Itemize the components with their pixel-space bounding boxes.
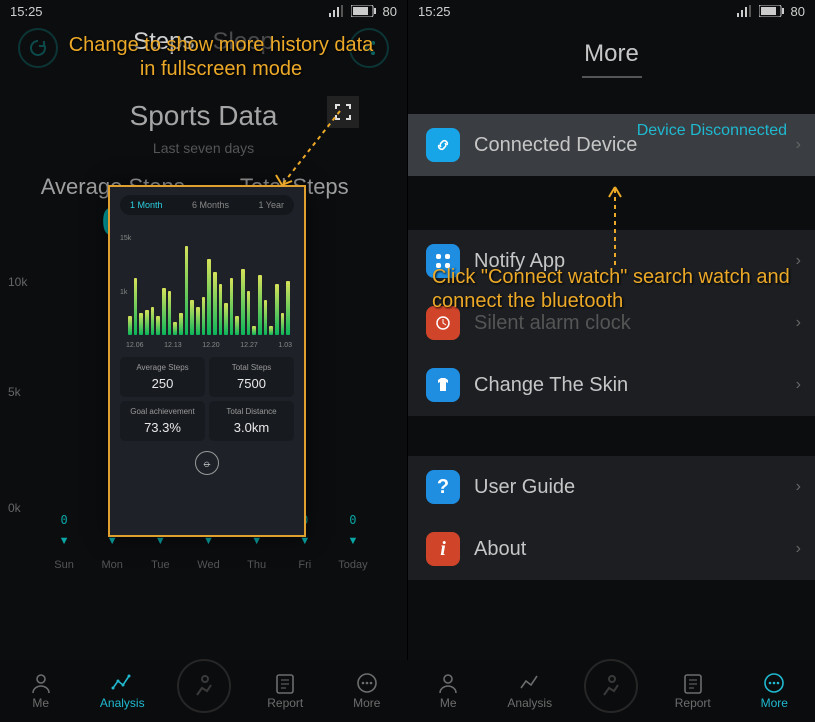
user-guide-item[interactable]: ? User Guide › [408, 456, 815, 518]
nav-fab-r[interactable] [571, 660, 653, 722]
link-icon [426, 128, 460, 162]
status-time: 15:25 [418, 4, 451, 19]
x-ticks: 12.06 12.13 12.20 12.27 1.03 [126, 342, 292, 349]
chevron-right-icon: › [796, 314, 801, 332]
screen-title: Sports Data [0, 100, 407, 132]
stat-distance: Total Distance3.0km [209, 401, 294, 441]
nav-more-r[interactable]: More [734, 660, 815, 722]
chart-bars [128, 246, 290, 335]
y-0k: 0k [8, 501, 21, 515]
change-skin-label: Change The Skin [474, 374, 628, 397]
y-1k: 1k [120, 289, 127, 296]
nav-fab[interactable] [163, 660, 245, 722]
range-selector[interactable]: 1 Month 6 Months 1 Year [120, 195, 294, 215]
y-5k: 5k [8, 385, 21, 399]
chevron-right-icon: › [796, 478, 801, 496]
shirt-icon [426, 368, 460, 402]
battery-icon [351, 5, 377, 17]
page-title: More [408, 40, 815, 68]
status-time: 15:25 [10, 4, 43, 19]
stat-avg-steps: Average Steps250 [120, 357, 205, 397]
range-1month[interactable]: 1 Month [130, 200, 163, 210]
month-bar-chart: 15k 1k 12.06 12.13 12.20 12.27 1.03 [120, 229, 294, 349]
annotation-fullscreen: Change to show more history data in full… [66, 33, 376, 81]
range-1year[interactable]: 1 Year [258, 200, 284, 210]
bottom-nav: Me Analysis Report More Me Analysis Repo… [0, 660, 815, 722]
about-item[interactable]: i About › [408, 518, 815, 580]
nav-me-r[interactable]: Me [408, 660, 490, 722]
rotate-button[interactable]: ⦵ [195, 451, 219, 475]
stat-goal: Goal achievement73.3% [120, 401, 205, 441]
change-skin-item[interactable]: Change The Skin › [408, 354, 815, 416]
chevron-right-icon: › [796, 136, 801, 154]
chevron-right-icon: › [796, 540, 801, 558]
device-status: Device Disconnected [637, 122, 787, 140]
runner-icon [584, 659, 638, 713]
history-popup: 1 Month 6 Months 1 Year 15k 1k 12.06 12.… [108, 185, 306, 537]
range-6months[interactable]: 6 Months [192, 200, 229, 210]
more-screen: 15:25 80 More Connected Device Device Di… [408, 0, 815, 660]
connected-device-label: Connected Device [474, 134, 637, 157]
y-15k: 15k [120, 235, 131, 242]
nav-report-r[interactable]: Report [652, 660, 734, 722]
nav-me[interactable]: Me [0, 660, 82, 722]
nav-more[interactable]: More [326, 660, 408, 722]
connected-device-item[interactable]: Connected Device Device Disconnected › [408, 114, 815, 176]
stat-total-steps: Total Steps7500 [209, 357, 294, 397]
runner-icon [177, 659, 231, 713]
signal-icon [737, 5, 753, 17]
nav-analysis[interactable]: Analysis [82, 660, 164, 722]
about-label: About [474, 538, 526, 561]
title-underline [582, 76, 642, 78]
nav-analysis-r[interactable]: Analysis [489, 660, 571, 722]
silent-alarm-label: Silent alarm clock [474, 312, 631, 335]
status-bar: 15:25 80 [0, 0, 407, 22]
refresh-button[interactable] [18, 28, 58, 68]
info-icon: i [426, 532, 460, 566]
battery-pct: 80 [791, 4, 805, 19]
subtitle: Last seven days [0, 140, 407, 156]
nav-report[interactable]: Report [245, 660, 327, 722]
status-bar: 15:25 80 [408, 0, 815, 22]
signal-icon [329, 5, 345, 17]
stats-grid: Average Steps250 Total Steps7500 Goal ac… [120, 357, 294, 441]
help-icon: ? [426, 470, 460, 504]
user-guide-label: User Guide [474, 476, 575, 499]
battery-icon [759, 5, 785, 17]
x-day-row: SunMonTueWedThuFriToday [40, 559, 377, 571]
y-10k: 10k [8, 275, 27, 289]
battery-pct: 80 [383, 4, 397, 19]
chevron-right-icon: › [796, 376, 801, 394]
fullscreen-button[interactable] [327, 96, 359, 128]
annotation-connect: Click "Connect watch" search watch and c… [432, 265, 802, 313]
